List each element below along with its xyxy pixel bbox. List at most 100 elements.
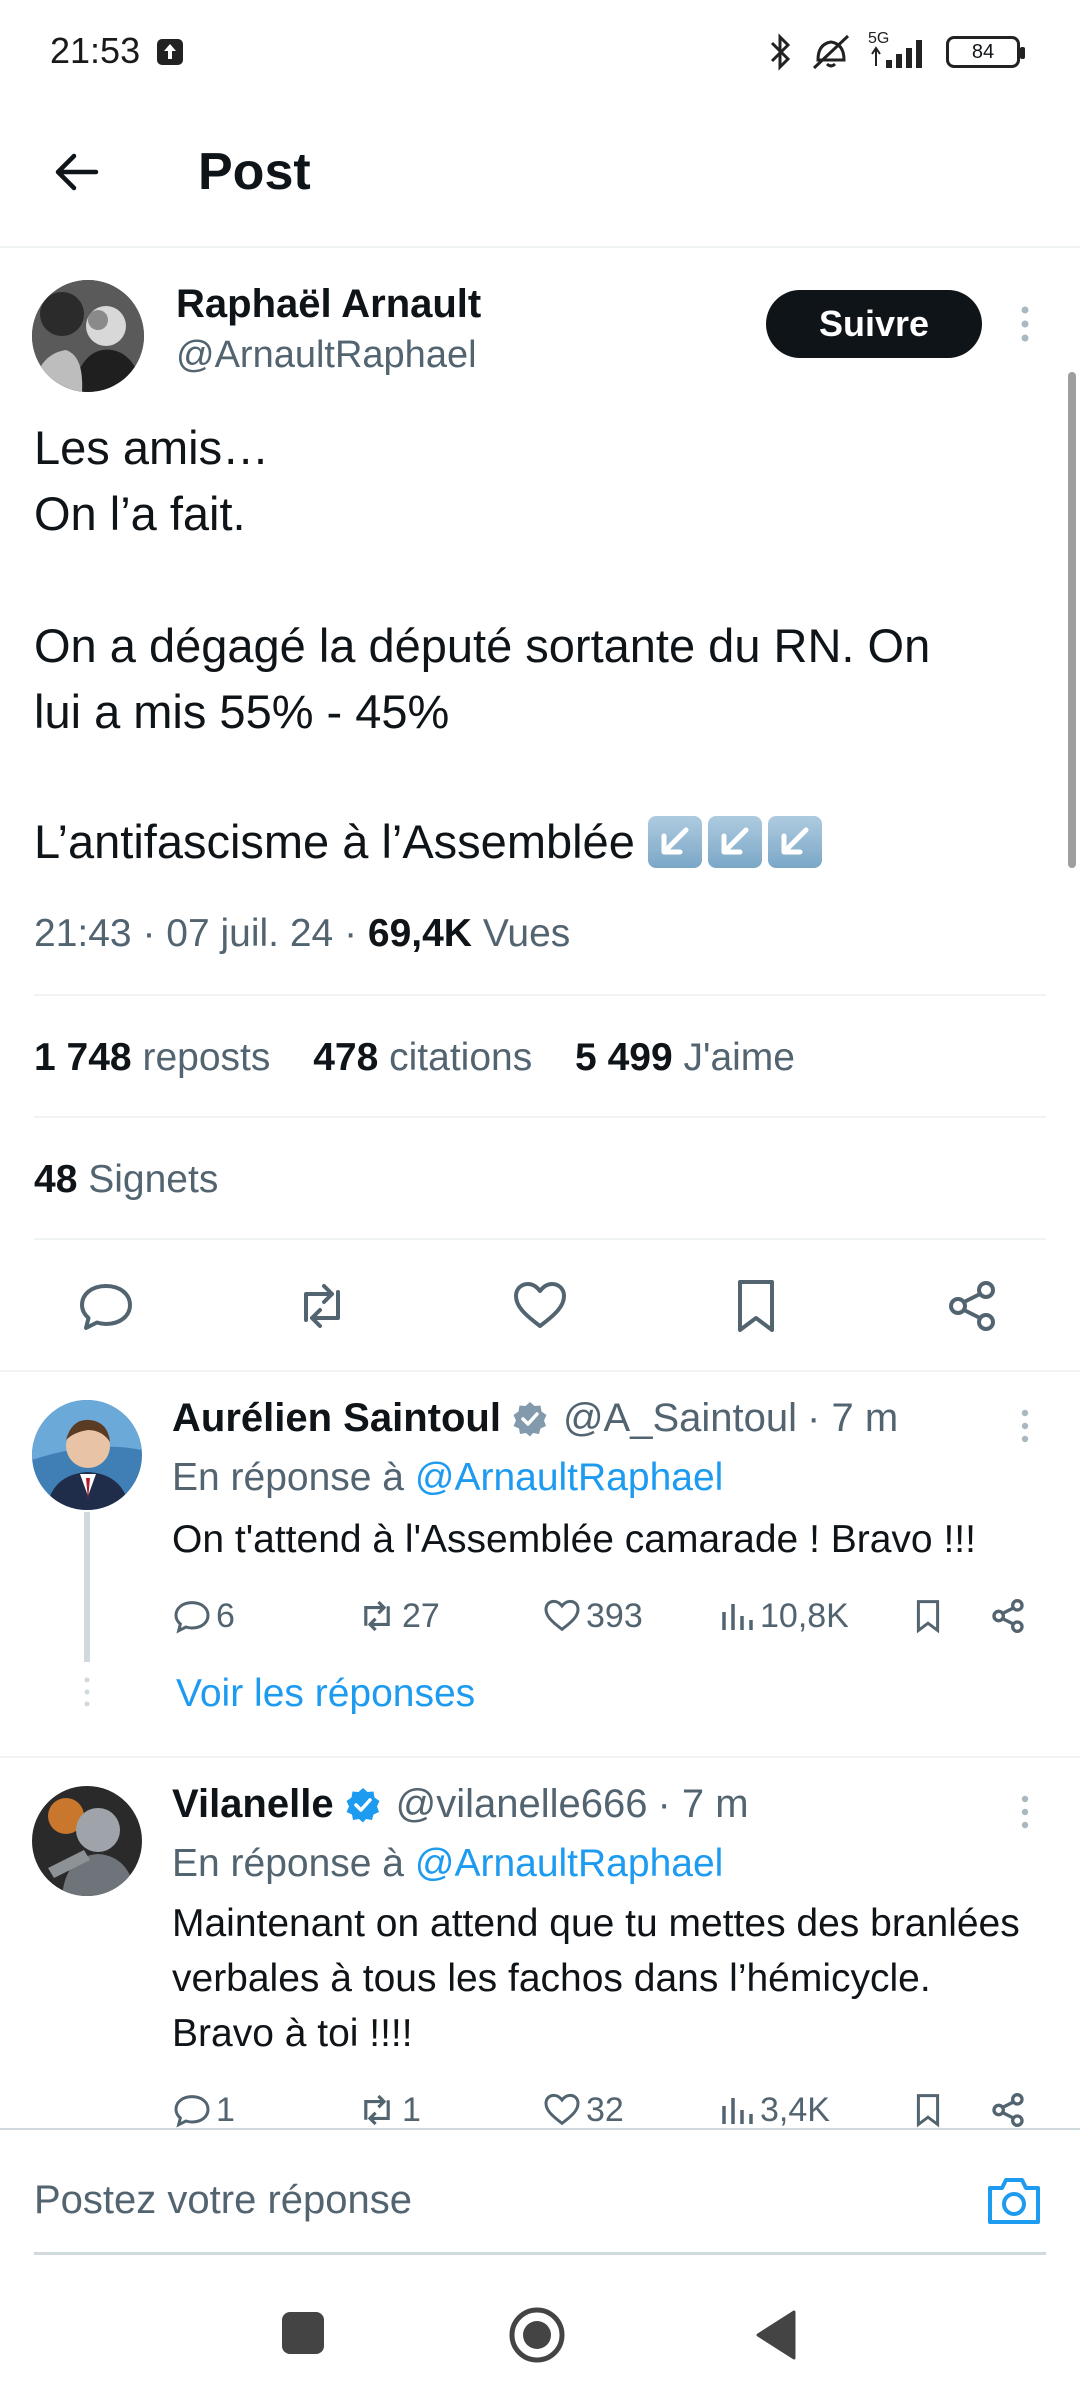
reply-author-name[interactable]: Aurélien Saintoul xyxy=(172,1396,501,1441)
reply-views-button[interactable]: 3,4K xyxy=(720,2086,830,2128)
more-options-icon[interactable] xyxy=(1012,1406,1038,1446)
vibrate-off-icon xyxy=(812,34,850,70)
views-icon xyxy=(722,2098,753,2124)
reply-comment-button[interactable]: 1 xyxy=(172,2086,235,2128)
bookmark-icon[interactable] xyxy=(726,1276,786,1336)
reply-header: Vilanelle @vilanelle666 · 7 m xyxy=(172,1782,749,1827)
divider xyxy=(34,1116,1046,1118)
header-divider xyxy=(0,246,1080,248)
reply-icon xyxy=(174,2095,210,2128)
bluetooth-icon xyxy=(770,33,791,71)
reply-text: Maintenant on attend que tu mettes des b… xyxy=(172,1902,1020,2055)
share-icon[interactable] xyxy=(942,1276,1002,1336)
recent-apps-button[interactable] xyxy=(282,2312,324,2354)
signal-icon: 5G xyxy=(868,30,932,72)
reply-icon[interactable] xyxy=(76,1276,136,1336)
more-options-icon[interactable] xyxy=(1010,302,1040,346)
post-text-line: Les amis… xyxy=(34,421,270,474)
repost-icon[interactable] xyxy=(292,1276,352,1336)
status-icons: 5G 84 xyxy=(768,30,1025,74)
reply-repost-button[interactable]: 1 xyxy=(356,2086,421,2128)
thread-line xyxy=(84,1512,90,1662)
thread-dots xyxy=(84,1677,90,1707)
composer-divider xyxy=(0,2128,1080,2130)
post-text-last-line: L’antifascisme à l’Assemblée xyxy=(34,814,828,869)
reply-to: En réponse à @ArnaultRaphael xyxy=(172,1456,724,1499)
views-label: Vues xyxy=(482,912,571,955)
bookmark-icon[interactable] xyxy=(910,2086,946,2128)
reply-author-name[interactable]: Vilanelle xyxy=(172,1782,334,1827)
reply-age: · 7 m xyxy=(657,1782,749,1826)
like-icon[interactable] xyxy=(510,1276,570,1336)
divider xyxy=(34,994,1046,996)
post-text-line: lui a mis 55% - 45% xyxy=(34,685,450,738)
meta-separator: · xyxy=(344,912,368,955)
divider xyxy=(34,1238,1046,1240)
arrow-down-left-emoji xyxy=(707,816,762,868)
reply-author-handle[interactable]: @A_Saintoul xyxy=(563,1396,797,1441)
upload-icon xyxy=(157,39,183,65)
status-time: 21:53 xyxy=(50,30,141,71)
reply-author-handle[interactable]: @vilanelle666 xyxy=(396,1782,648,1827)
mention-link[interactable]: @ArnaultRaphael xyxy=(415,1456,723,1499)
reply-age: · 7 m xyxy=(807,1396,899,1440)
quotes-stat[interactable]: 478 citations xyxy=(313,1036,532,1079)
reply-comment-button[interactable]: 6 xyxy=(172,1592,235,1640)
post-text-line: On l’a fait. xyxy=(34,487,246,540)
mention-link[interactable]: @ArnaultRaphael xyxy=(415,1842,723,1885)
author-name[interactable]: Raphaël Arnault xyxy=(176,282,481,327)
engagement-stats: 1 748 reposts 478 citations 5 499 J'aime xyxy=(34,1036,827,1080)
follow-button[interactable]: Suivre xyxy=(766,290,982,358)
show-replies-link[interactable]: Voir les réponses xyxy=(176,1672,475,1716)
back-button[interactable] xyxy=(40,136,112,208)
arrow-down-left-emoji xyxy=(767,816,822,868)
system-back-button[interactable] xyxy=(752,2308,800,2362)
reply-like-button[interactable]: 32 xyxy=(542,2086,624,2128)
reply-like-button[interactable]: 393 xyxy=(542,1592,643,1640)
reposts-stat[interactable]: 1 748 reposts xyxy=(34,1036,270,1079)
verified-gray-icon xyxy=(513,1401,547,1436)
battery-icon: 84 xyxy=(946,36,1025,68)
reply-views-button[interactable]: 10,8K xyxy=(720,1592,849,1640)
author-handle[interactable]: @ArnaultRaphael xyxy=(176,334,477,377)
bookmarks-stat[interactable]: 48 Signets xyxy=(34,1158,218,1202)
reply-to: En réponse à @ArnaultRaphael xyxy=(172,1842,724,1885)
views-icon xyxy=(722,1604,753,1630)
views-count[interactable]: 69,4K xyxy=(368,912,472,955)
reply-input-underline xyxy=(34,2252,1046,2255)
reply-text: On t'attend à l'Assemblée camarade ! Bra… xyxy=(172,1518,976,1561)
divider xyxy=(0,1370,1080,1372)
author-avatar[interactable] xyxy=(32,280,144,392)
reply-avatar[interactable] xyxy=(32,1400,142,1510)
share-icon[interactable] xyxy=(988,1592,1028,1640)
likes-stat[interactable]: 5 499 J'aime xyxy=(575,1036,795,1079)
reply-actions: 6 27 393 10,8K xyxy=(172,1592,1032,1640)
post-text-line: On a dégagé la député sortante du RN. On xyxy=(34,619,931,672)
divider xyxy=(0,1756,1080,1758)
meta-separator: · xyxy=(142,912,167,955)
bookmark-icon[interactable] xyxy=(910,1592,946,1640)
reply-actions: 1 1 32 3,4K xyxy=(172,2086,1032,2128)
like-icon xyxy=(544,2093,580,2126)
reply-avatar[interactable] xyxy=(32,1786,142,1896)
share-icon[interactable] xyxy=(988,2086,1028,2128)
reply-repost-button[interactable]: 27 xyxy=(356,1592,440,1640)
home-button[interactable] xyxy=(508,2306,566,2364)
reply-icon xyxy=(174,1601,210,1634)
arrow-left-icon xyxy=(55,153,99,191)
reply-header: Aurélien Saintoul @A_Saintoul · 7 m xyxy=(172,1396,898,1441)
post-date: 07 juil. 24 xyxy=(166,912,334,955)
post-text-line: L’antifascisme à l’Assemblée xyxy=(34,815,635,868)
post-meta: 21:43 · 07 juil. 24 · 69,4K Vues xyxy=(34,912,570,956)
verified-blue-icon xyxy=(346,1787,380,1822)
repost-icon xyxy=(364,1600,390,1632)
scrollbar[interactable] xyxy=(1068,372,1076,868)
repost-icon xyxy=(364,2094,390,2126)
battery-level: 84 xyxy=(971,40,995,63)
reply-input[interactable]: Postez votre réponse xyxy=(34,2178,412,2223)
post-time: 21:43 xyxy=(34,912,132,955)
more-options-icon[interactable] xyxy=(1012,1792,1038,1832)
page-title: Post xyxy=(198,143,311,201)
arrow-down-left-emoji xyxy=(647,816,702,868)
camera-icon[interactable] xyxy=(984,2172,1044,2228)
